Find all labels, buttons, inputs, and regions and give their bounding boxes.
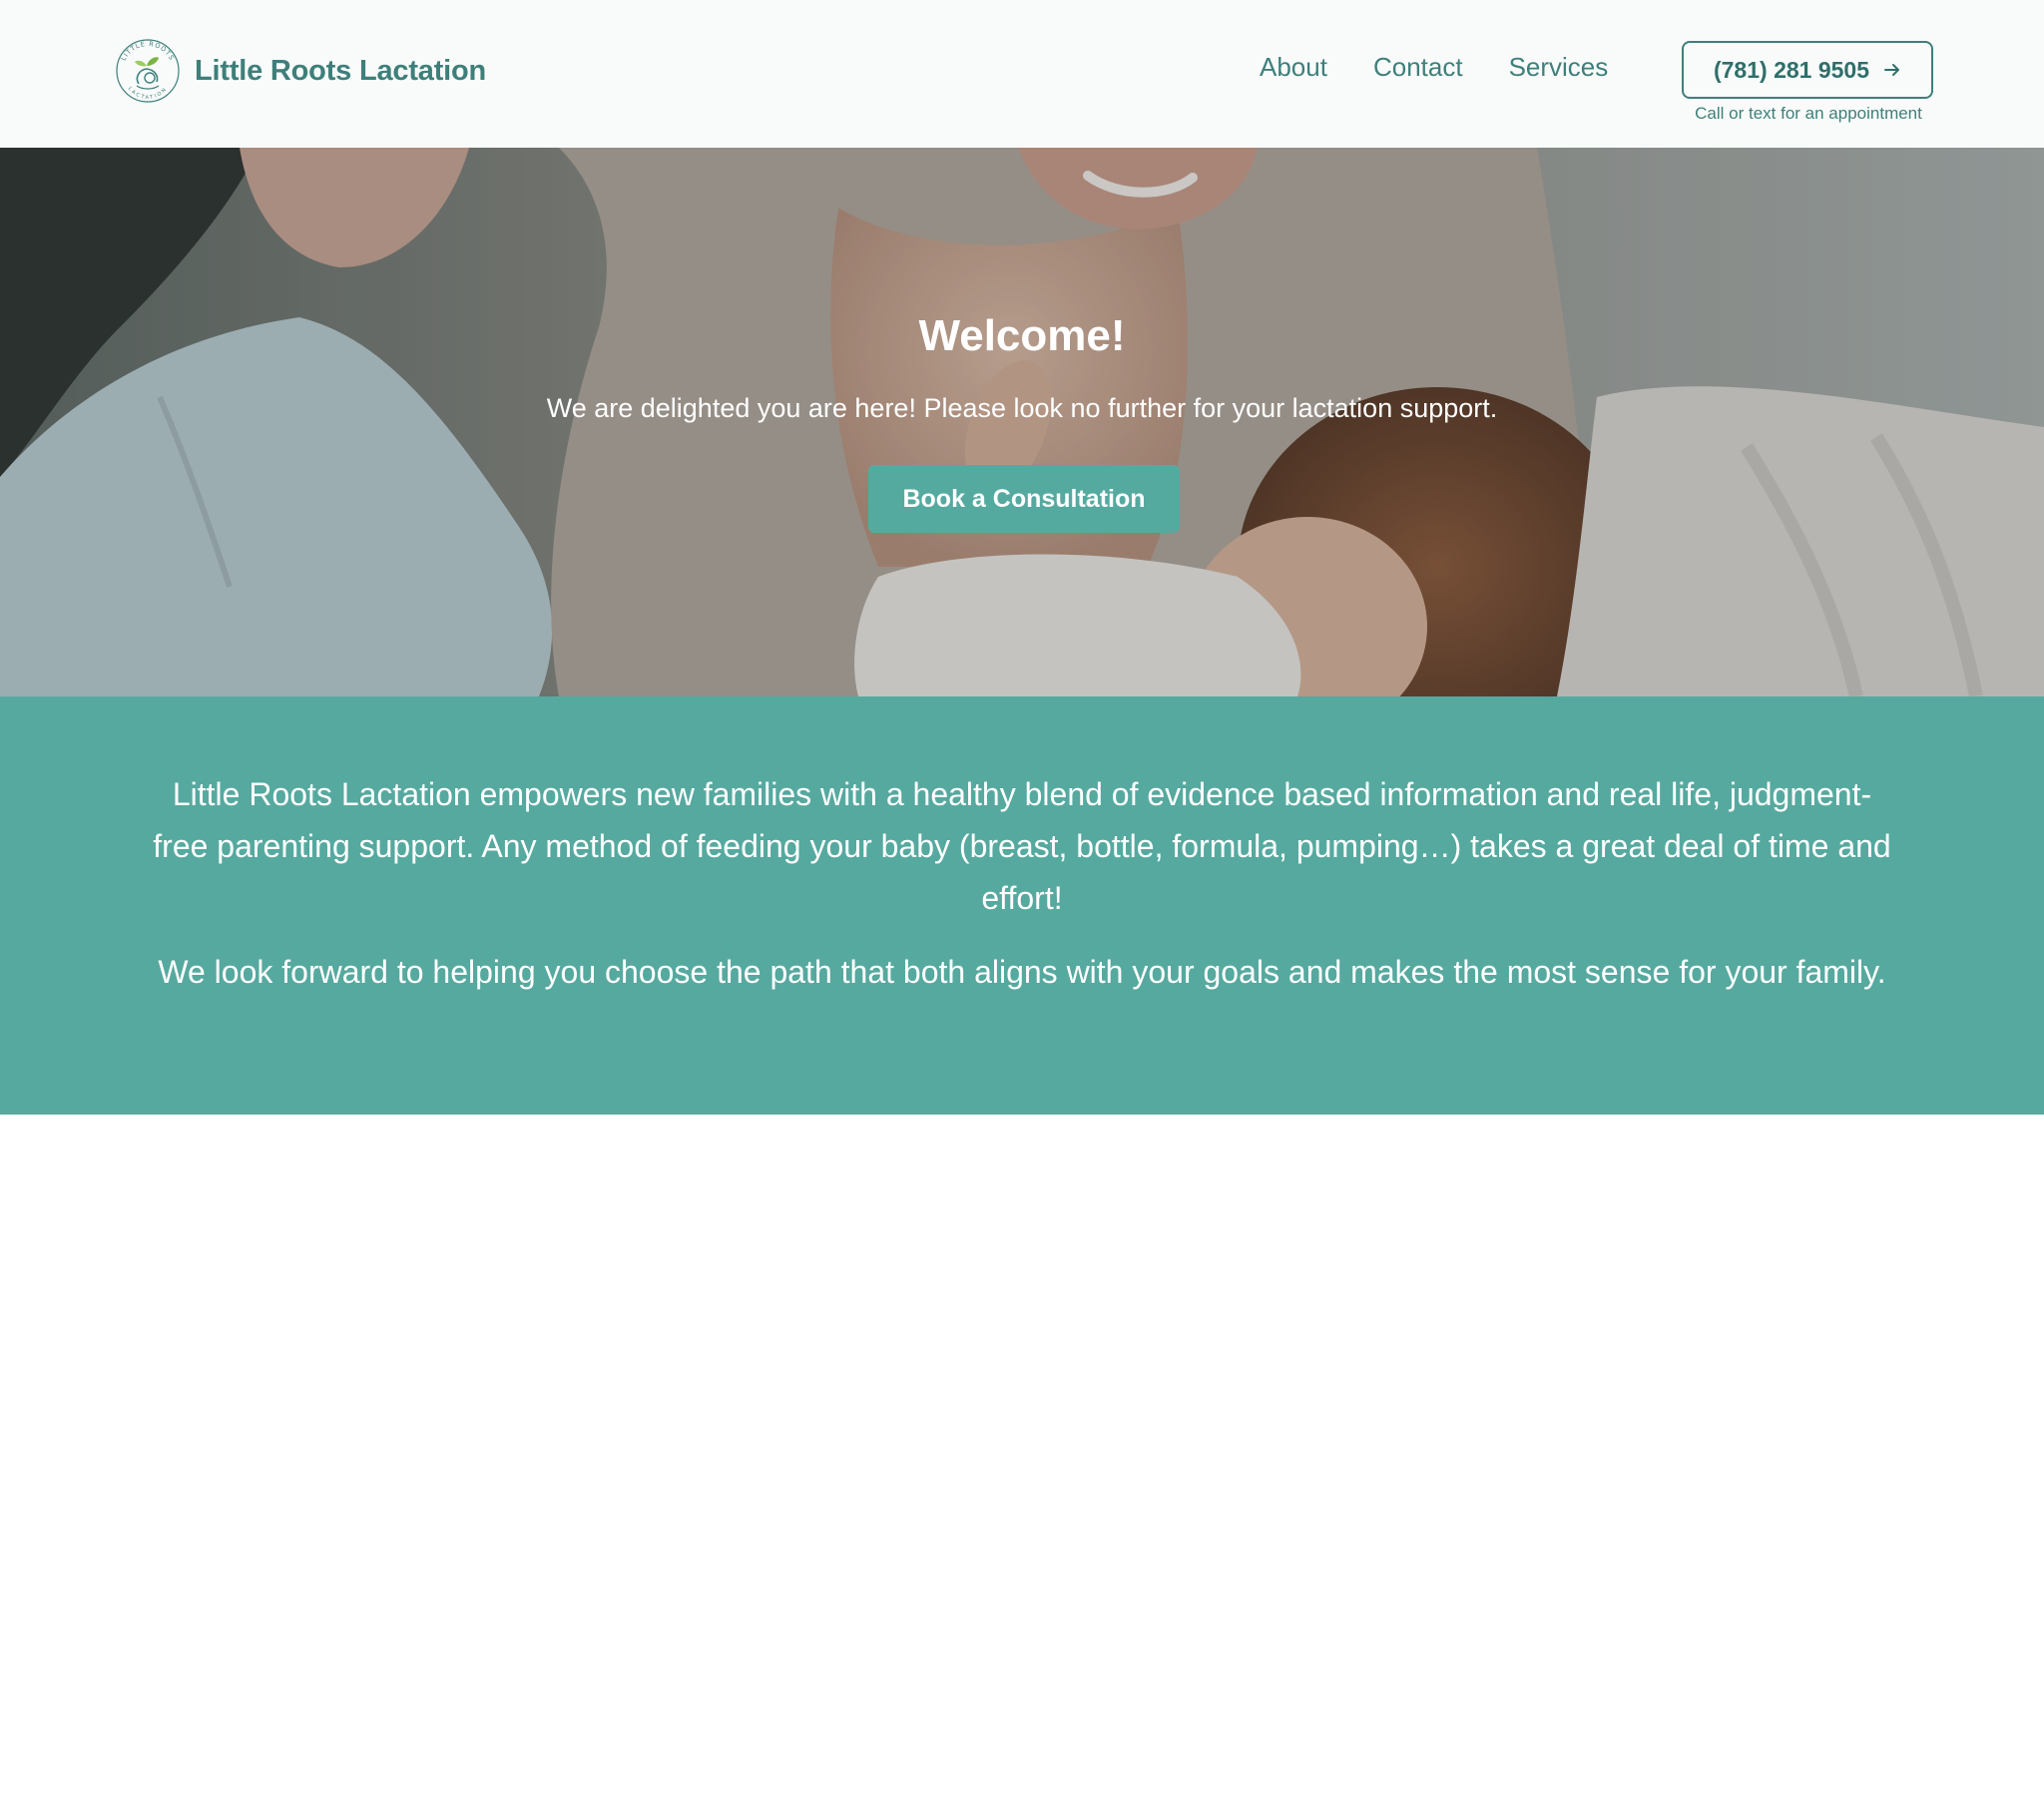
phone-button[interactable]: (781) 281 9505 <box>1682 41 1933 99</box>
hero-subtitle: We are delighted you are here! Please lo… <box>546 393 1498 423</box>
phone-caption: Call or text for an appointment <box>1695 104 1922 123</box>
arrow-right-icon <box>1884 64 1899 76</box>
book-consultation-button[interactable]: Book a Consultation <box>868 465 1180 533</box>
intro-paragraph-2: We look forward to helping you choose th… <box>158 954 1886 990</box>
intro-paragraph-1: Little Roots Lactation empowers new fami… <box>153 776 1891 916</box>
nav-services-link[interactable]: Services <box>1509 52 1609 83</box>
hero-title: Welcome! <box>918 311 1126 360</box>
phone-number: (781) 281 9505 <box>1713 56 1869 83</box>
site-header: LITTLE ROOTS LACTATION Little Roots Lact… <box>0 0 2044 148</box>
brand-home-link[interactable]: LITTLE ROOTS LACTATION Little Roots Lact… <box>113 36 486 106</box>
hero-section: Welcome! We are delighted you are here! … <box>0 148 2044 696</box>
brand-name: Little Roots Lactation <box>195 54 487 87</box>
little-roots-logo-icon: LITTLE ROOTS LACTATION <box>116 39 180 103</box>
nav-about-link[interactable]: About <box>1260 52 1327 83</box>
intro-section: Little Roots Lactation empowers new fami… <box>0 696 2044 1811</box>
svg-text:LITTLE ROOTS: LITTLE ROOTS <box>120 40 177 62</box>
phone-contact-block: (781) 281 9505 Call or text for an appoi… <box>1682 41 1935 124</box>
logo-arc-text-top: LITTLE ROOTS <box>120 40 176 62</box>
main-nav: About Contact Services <box>1260 52 1654 83</box>
hero-content: Welcome! We are delighted you are here! … <box>0 148 2044 696</box>
nav-contact-link[interactable]: Contact <box>1373 52 1463 83</box>
